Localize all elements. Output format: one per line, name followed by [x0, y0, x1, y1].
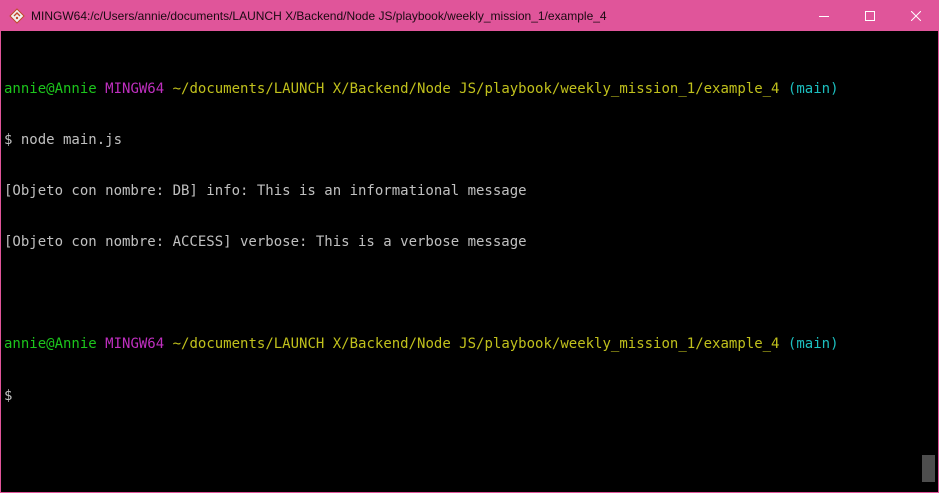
prompt-path: ~/documents/LAUNCH X/Backend/Node JS/pla…	[172, 81, 780, 97]
prompt-system: MINGW64	[105, 336, 165, 352]
prompt-user: annie@Annie	[4, 81, 97, 97]
minimize-icon	[819, 15, 829, 17]
scrollbar-thumb[interactable]	[922, 455, 935, 482]
window-title: MINGW64:/c/Users/annie/documents/LAUNCH …	[31, 8, 607, 23]
prompt-path: ~/documents/LAUNCH X/Backend/Node JS/pla…	[172, 336, 780, 352]
output-line: [Objeto con nombre: DB] info: This is an…	[4, 183, 527, 199]
prompt-system: MINGW64	[105, 81, 165, 97]
minimize-button[interactable]	[801, 0, 847, 31]
maximize-button[interactable]	[847, 0, 893, 31]
input-line[interactable]: $	[4, 387, 916, 404]
maximize-icon	[865, 10, 875, 21]
vertical-scrollbar[interactable]	[920, 31, 937, 492]
title-bar[interactable]: MINGW64:/c/Users/annie/documents/LAUNCH …	[0, 0, 939, 31]
command-line: $ node main.js	[4, 132, 123, 148]
text-cursor	[12, 387, 20, 402]
terminal-area[interactable]: annie@Annie MINGW64 ~/documents/LAUNCH X…	[1, 31, 938, 492]
close-button[interactable]	[893, 0, 939, 31]
prompt-branch: (main)	[787, 336, 839, 352]
prompt-line: annie@Annie MINGW64 ~/documents/LAUNCH X…	[4, 81, 916, 98]
prompt-symbol: $	[4, 388, 13, 404]
terminal-window: MINGW64:/c/Users/annie/documents/LAUNCH …	[0, 0, 939, 493]
close-icon	[911, 10, 921, 21]
window-controls	[801, 0, 939, 31]
prompt-branch: (main)	[787, 81, 839, 97]
terminal-output: annie@Annie MINGW64 ~/documents/LAUNCH X…	[4, 47, 916, 438]
prompt-user: annie@Annie	[4, 336, 97, 352]
git-bash-icon	[9, 7, 25, 24]
output-line: [Objeto con nombre: ACCESS] verbose: Thi…	[4, 234, 527, 250]
prompt-line: annie@Annie MINGW64 ~/documents/LAUNCH X…	[4, 336, 916, 353]
